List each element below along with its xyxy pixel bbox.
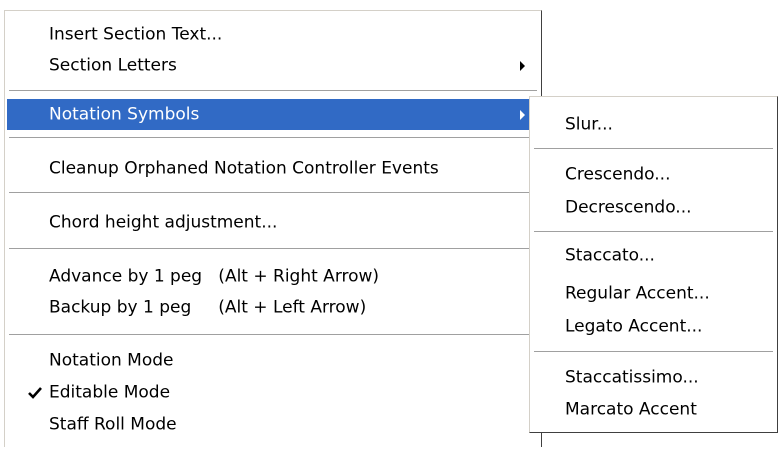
menu-item-label: Regular Accent...	[565, 283, 710, 303]
menu-item-label: Chord height adjustment...	[49, 212, 278, 232]
menu-item-backup-peg[interactable]: Backup by 1 peg (Alt + Left Arrow)	[7, 292, 539, 323]
menu-item-notation-symbols[interactable]: Notation Symbols	[7, 99, 539, 130]
submenu-item-slur[interactable]: Slur...	[532, 109, 775, 140]
menu-separator	[9, 248, 537, 250]
submenu-item-staccato[interactable]: Staccato...	[532, 240, 775, 271]
menu-item-cleanup-orphaned[interactable]: Cleanup Orphaned Notation Controller Eve…	[7, 153, 539, 184]
submenu-item-decrescendo[interactable]: Decrescendo...	[532, 192, 775, 223]
menu-separator	[9, 90, 537, 92]
menu-item-label: Backup by 1 peg (Alt + Left Arrow)	[49, 297, 367, 317]
menu-separator	[534, 148, 773, 150]
checkmark-icon	[28, 386, 42, 399]
menu-item-label: Slur...	[565, 114, 613, 134]
menu-item-label: Advance by 1 peg (Alt + Right Arrow)	[49, 266, 380, 286]
menu-item-section-letters[interactable]: Section Letters	[7, 50, 539, 81]
notation-symbols-submenu: Slur... Crescendo... Decrescendo... Stac…	[529, 96, 778, 433]
menu-item-label: Staccato...	[565, 245, 655, 265]
submenu-item-regular-accent[interactable]: Regular Accent...	[532, 278, 775, 309]
submenu-item-legato-accent[interactable]: Legato Accent...	[532, 311, 775, 342]
menu-item-label: Legato Accent...	[565, 316, 703, 336]
chevron-right-icon	[520, 60, 525, 71]
menu-item-label: Crescendo...	[565, 164, 671, 184]
menu-item-editable-mode[interactable]: Editable Mode	[7, 377, 539, 408]
menu-item-label: Insert Section Text...	[49, 24, 223, 44]
menu-item-label: Notation Mode	[49, 350, 174, 370]
menu-item-advance-peg[interactable]: Advance by 1 peg (Alt + Right Arrow)	[7, 261, 539, 292]
menu-item-label: Marcato Accent	[565, 399, 697, 419]
menu-item-label: Staff Roll Mode	[49, 414, 177, 434]
menu-item-notation-mode[interactable]: Notation Mode	[7, 345, 539, 376]
chevron-right-icon	[520, 109, 525, 120]
submenu-item-crescendo[interactable]: Crescendo...	[532, 159, 775, 190]
menu-item-label: Cleanup Orphaned Notation Controller Eve…	[49, 158, 439, 178]
menu-separator	[9, 334, 537, 336]
submenu-item-marcato-accent[interactable]: Marcato Accent	[532, 394, 775, 425]
menu-separator	[9, 192, 537, 194]
menu-item-label: Decrescendo...	[565, 197, 692, 217]
submenu-item-staccatissimo[interactable]: Staccatissimo...	[532, 362, 775, 393]
menu-separator	[9, 137, 537, 139]
menu-separator	[534, 231, 773, 233]
menu-separator	[534, 351, 773, 353]
menu-item-label: Staccatissimo...	[565, 367, 699, 387]
menu-item-label: Section Letters	[49, 55, 177, 75]
context-menu: Insert Section Text... Section Letters N…	[4, 10, 542, 447]
menu-item-insert-section-text[interactable]: Insert Section Text...	[7, 19, 539, 50]
menu-item-chord-height[interactable]: Chord height adjustment...	[7, 207, 539, 238]
menu-item-label: Editable Mode	[49, 382, 171, 402]
menu-item-label: Notation Symbols	[49, 104, 200, 124]
menu-item-staff-roll-mode[interactable]: Staff Roll Mode	[7, 409, 539, 440]
